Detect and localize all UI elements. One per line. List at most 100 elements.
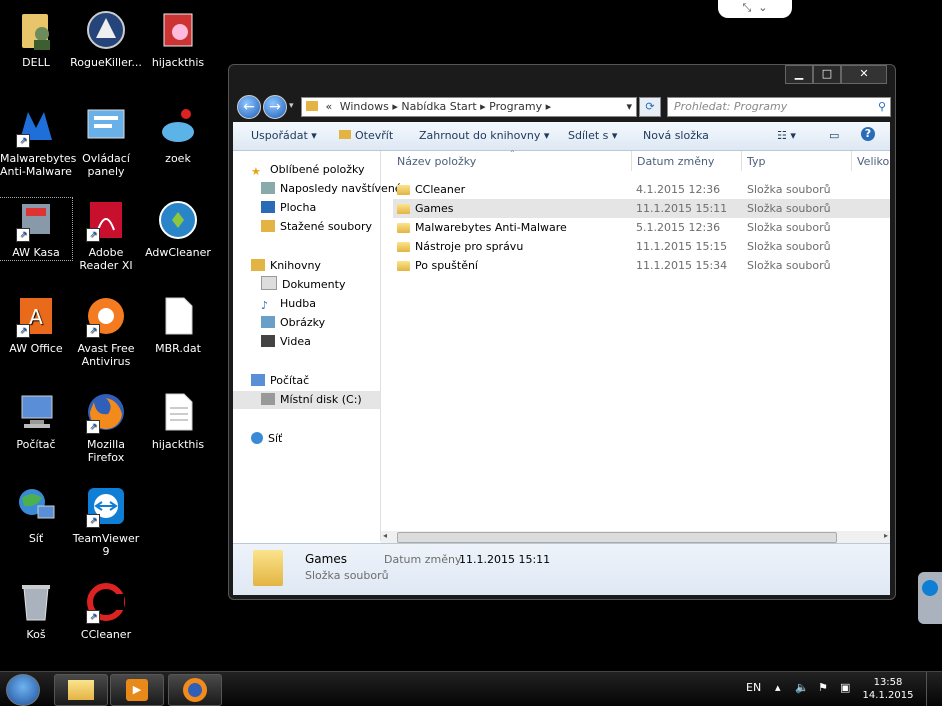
include-in-library-button[interactable]: Zahrnout do knihovny ▾ bbox=[419, 129, 549, 142]
address-dropdown-icon[interactable]: ▾ bbox=[626, 98, 632, 116]
list-item[interactable]: Po spuštění 11.1.2015 15:34 Složka souborů bbox=[393, 256, 890, 275]
column-header-size[interactable]: Velikost bbox=[857, 155, 890, 168]
command-bar: Uspořádat ▾ Otevřít Zahrnout do knihovny… bbox=[233, 122, 890, 151]
text-file-icon bbox=[156, 390, 200, 434]
details-pane: Games Složka souborů Datum změny: 11.1.2… bbox=[233, 543, 890, 595]
desktop-icon-label: Adobe Reader XI bbox=[79, 246, 133, 272]
desktop-icon-dell[interactable]: DELL bbox=[0, 8, 72, 69]
forward-button[interactable]: → bbox=[263, 95, 287, 119]
teamviewer-side-tab[interactable] bbox=[918, 572, 942, 624]
scrollbar-thumb[interactable] bbox=[397, 532, 837, 543]
taskbar-firefox-button[interactable] bbox=[168, 674, 222, 706]
clock[interactable]: 13:58 14.1.2015 bbox=[862, 676, 914, 702]
minimize-button[interactable]: ▁ bbox=[785, 65, 813, 84]
documents-icon bbox=[261, 276, 277, 290]
desktop-icon-malwarebytes[interactable]: ↗ Malwarebytes Anti-Malware bbox=[0, 104, 76, 178]
desktop-icon-label: MBR.dat bbox=[155, 342, 201, 355]
desktop-icon-computer[interactable]: Počítač bbox=[0, 390, 72, 451]
search-input[interactable]: Prohledat: Programy ⚲ bbox=[667, 97, 891, 117]
folder-icon bbox=[397, 204, 410, 214]
desktop-icon-label: Koš bbox=[26, 628, 46, 641]
chevron-down-icon[interactable]: ⌄ bbox=[758, 1, 767, 14]
organize-button[interactable]: Uspořádat ▾ bbox=[251, 129, 317, 142]
list-item[interactable]: CCleaner 4.1.2015 12:36 Složka souborů bbox=[393, 180, 890, 199]
nav-libraries[interactable]: Knihovny bbox=[251, 257, 398, 275]
start-button[interactable] bbox=[6, 674, 40, 706]
computer-icon bbox=[14, 390, 58, 434]
scroll-left-icon[interactable]: ◂ bbox=[383, 531, 387, 540]
desktop-icon-adwcleaner[interactable]: AdwCleaner bbox=[142, 198, 214, 259]
volume-muted-icon[interactable]: 🔈 bbox=[795, 681, 809, 694]
share-with-button[interactable]: Sdílet s ▾ bbox=[568, 129, 617, 142]
column-header-date[interactable]: Datum změny bbox=[637, 155, 714, 168]
desktop-icon-avast[interactable]: ↗ Avast Free Antivirus bbox=[70, 294, 142, 368]
hijackthis-icon bbox=[156, 8, 200, 52]
libraries-icon bbox=[251, 259, 265, 271]
nav-network[interactable]: Síť bbox=[251, 430, 398, 448]
desktop-icon-zoek[interactable]: zoek bbox=[142, 104, 214, 165]
scroll-right-icon[interactable]: ▸ bbox=[884, 531, 888, 540]
new-folder-button[interactable]: Nová složka bbox=[643, 129, 709, 142]
desktop-icon-teamviewer[interactable]: ↗ TeamViewer 9 bbox=[70, 484, 142, 558]
desktop-icon-recycle-bin[interactable]: Koš bbox=[0, 580, 72, 641]
address-bar[interactable]: « Windows ▸ Nabídka Start ▸ Programy ▸ ▾ bbox=[301, 97, 637, 117]
desktop-icon-hijackthis[interactable]: hijackthis bbox=[142, 8, 214, 69]
action-center-flag-icon[interactable]: ⚑ bbox=[818, 681, 828, 694]
ccleaner-icon: ↗ bbox=[84, 580, 128, 624]
desktop-icon-network[interactable]: Síť bbox=[0, 484, 72, 545]
preview-pane-icon[interactable]: ▭ bbox=[829, 129, 839, 142]
horizontal-scrollbar[interactable]: ◂ ▸ bbox=[381, 531, 890, 543]
column-header-type[interactable]: Typ bbox=[747, 155, 766, 168]
breadcrumb-overflow[interactable]: « bbox=[326, 100, 333, 113]
desktop-icon-control-panel[interactable]: Ovládací panely bbox=[70, 104, 142, 178]
close-button[interactable]: ✕ bbox=[841, 65, 887, 84]
column-divider bbox=[741, 151, 742, 171]
desktop-icon-ccleaner[interactable]: ↗ CCleaner bbox=[70, 580, 142, 641]
recent-pages-dropdown[interactable]: ▾ bbox=[289, 101, 294, 111]
view-options-icon[interactable]: ☷ ▾ bbox=[777, 129, 796, 142]
nav-computer[interactable]: Počítač bbox=[251, 372, 398, 390]
maximize-button[interactable]: □ bbox=[813, 65, 841, 84]
desktop-icon-label: zoek bbox=[165, 152, 191, 165]
desktop-icon-firefox[interactable]: ↗ Mozilla Firefox bbox=[70, 390, 142, 464]
expand-icon[interactable]: ⤡ bbox=[742, 1, 751, 14]
breadcrumb-windows[interactable]: Windows bbox=[340, 100, 389, 113]
remote-toolbar-tab[interactable]: ⤡ ⌄ bbox=[718, 0, 792, 18]
breadcrumb-start-menu[interactable]: Nabídka Start bbox=[401, 100, 476, 113]
desktop-icon-hijackthis-log[interactable]: hijackthis bbox=[142, 390, 214, 451]
back-button[interactable]: ← bbox=[237, 95, 261, 119]
breadcrumb-programs[interactable]: Programy bbox=[489, 100, 542, 113]
tray-expand-icon[interactable]: ▴ bbox=[775, 681, 781, 694]
desktop-icon-aw-kasa[interactable]: ↗ AW Kasa bbox=[0, 197, 73, 261]
list-item[interactable]: Games 11.1.2015 15:11 Složka souborů bbox=[393, 199, 890, 218]
desktop-icon-aw-office[interactable]: A ↗ AW Office bbox=[0, 294, 72, 355]
svg-text:A: A bbox=[29, 305, 43, 329]
desktop-icon bbox=[261, 201, 275, 213]
desktop-icon-mbr-dat[interactable]: MBR.dat bbox=[142, 294, 214, 355]
taskbar-media-player-button[interactable]: ▶ bbox=[110, 674, 164, 706]
aw-office-icon: A ↗ bbox=[14, 294, 58, 338]
desktop-icon-roguekiller[interactable]: RogueKiller... bbox=[70, 8, 142, 69]
navigation-bar: ← → ▾ « Windows ▸ Nabídka Start ▸ Progra… bbox=[235, 93, 891, 119]
music-icon: ♪ bbox=[261, 299, 269, 312]
language-indicator[interactable]: EN bbox=[746, 681, 761, 694]
folder-icon bbox=[397, 185, 410, 195]
nav-favorites[interactable]: ★ Oblíbené položky bbox=[251, 161, 398, 179]
refresh-button[interactable]: ⟳ bbox=[639, 97, 661, 117]
taskbar-explorer-button[interactable] bbox=[54, 674, 108, 706]
desktop-icon-adobe-reader[interactable]: ↗ Adobe Reader XI bbox=[70, 198, 142, 272]
explorer-window[interactable]: ▁ □ ✕ ← → ▾ « Windows ▸ Nabídka Start ▸ … bbox=[228, 64, 896, 600]
column-divider bbox=[851, 151, 852, 171]
open-button[interactable]: Otevřít bbox=[339, 129, 393, 142]
desktop-icon-label: AW Kasa bbox=[12, 246, 60, 259]
desktop-icon-label: hijackthis bbox=[151, 56, 205, 69]
list-item[interactable]: Malwarebytes Anti-Malware 5.1.2015 12:36 S… bbox=[393, 218, 890, 237]
nav-local-disk[interactable]: Místní disk (C:) bbox=[233, 391, 380, 409]
desktop-icon-label: TeamViewer 9 bbox=[72, 532, 140, 558]
column-header-name[interactable]: Název položky bbox=[397, 155, 476, 168]
network-tray-icon[interactable]: ▣ bbox=[840, 681, 850, 694]
show-desktop-button[interactable] bbox=[926, 672, 942, 706]
help-icon[interactable]: ? bbox=[861, 127, 875, 141]
folder-open-icon bbox=[339, 130, 351, 139]
list-item[interactable]: Nástroje pro správu 11.1.2015 15:15 Složka… bbox=[393, 237, 890, 256]
